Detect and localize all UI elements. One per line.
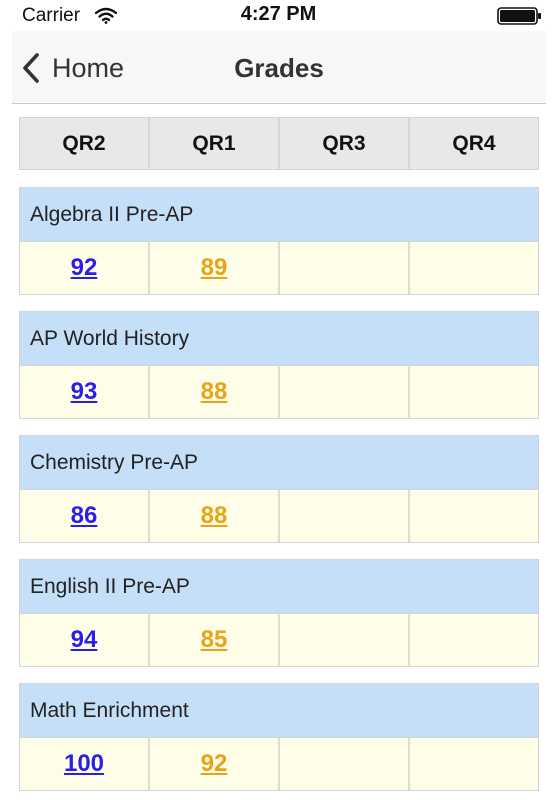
grade-cell-qr4 <box>410 614 538 666</box>
grade-cell-qr3 <box>280 738 410 790</box>
tab-qr4[interactable]: QR4 <box>410 118 538 169</box>
course-name: Algebra II Pre-AP <box>20 188 538 242</box>
page-title: Grades <box>234 53 324 83</box>
grade-cell-qr4 <box>410 366 538 418</box>
battery-icon <box>497 7 541 25</box>
grade-cell-qr2: 100 <box>20 738 150 790</box>
grade-link-qr2[interactable]: 86 <box>71 502 98 530</box>
grade-link-qr1[interactable]: 85 <box>201 626 228 654</box>
grade-link-qr2[interactable]: 93 <box>71 378 98 406</box>
course-name: English II Pre-AP <box>20 560 538 614</box>
grade-cell-qr3 <box>280 614 410 666</box>
grade-cell-qr3 <box>280 366 410 418</box>
grade-link-qr2[interactable]: 100 <box>64 750 104 778</box>
grade-row: 92 89 <box>20 242 538 294</box>
grade-row: 93 88 <box>20 366 538 418</box>
grade-cell-qr3 <box>280 490 410 542</box>
grade-link-qr2[interactable]: 94 <box>71 626 98 654</box>
course-card: AP World History 93 88 <box>19 311 539 419</box>
grade-link-qr1[interactable]: 92 <box>201 750 228 778</box>
grade-cell-qr2: 94 <box>20 614 150 666</box>
grade-cell-qr2: 92 <box>20 242 150 294</box>
course-card: Algebra II Pre-AP 92 89 <box>19 187 539 295</box>
grade-cell-qr1: 85 <box>150 614 280 666</box>
grade-row: 86 88 <box>20 490 538 542</box>
grade-cell-qr4 <box>410 242 538 294</box>
status-time: 4:27 PM <box>240 3 317 25</box>
grade-cell-qr2: 93 <box>20 366 150 418</box>
course-name: AP World History <box>20 312 538 366</box>
grade-cell-qr2: 86 <box>20 490 150 542</box>
grade-cell-qr1: 88 <box>150 366 280 418</box>
grade-cell-qr1: 88 <box>150 490 280 542</box>
course-card: English II Pre-AP 94 85 <box>19 559 539 667</box>
course-card: Chemistry Pre-AP 86 88 <box>19 435 539 543</box>
grade-link-qr1[interactable]: 88 <box>201 378 228 406</box>
course-name: Chemistry Pre-AP <box>20 436 538 490</box>
quarter-header: QR2 QR1 QR3 QR4 <box>19 117 539 170</box>
course-card: Math Enrichment 100 92 <box>19 683 539 791</box>
course-name: Math Enrichment <box>20 684 538 738</box>
grade-cell-qr4 <box>410 738 538 790</box>
grade-cell-qr4 <box>410 490 538 542</box>
tab-qr3[interactable]: QR3 <box>280 118 410 169</box>
grade-cell-qr1: 89 <box>150 242 280 294</box>
grade-cell-qr1: 92 <box>150 738 280 790</box>
tab-qr1[interactable]: QR1 <box>150 118 280 169</box>
status-bar: Carrier 4:27 PM <box>0 0 557 30</box>
grade-row: 94 85 <box>20 614 538 666</box>
navigation-bar: Home Grades <box>12 31 546 104</box>
tab-qr2[interactable]: QR2 <box>20 118 150 169</box>
grade-link-qr1[interactable]: 88 <box>201 502 228 530</box>
grade-link-qr1[interactable]: 89 <box>201 254 228 282</box>
grade-cell-qr3 <box>280 242 410 294</box>
grade-link-qr2[interactable]: 92 <box>71 254 98 282</box>
grade-row: 100 92 <box>20 738 538 790</box>
